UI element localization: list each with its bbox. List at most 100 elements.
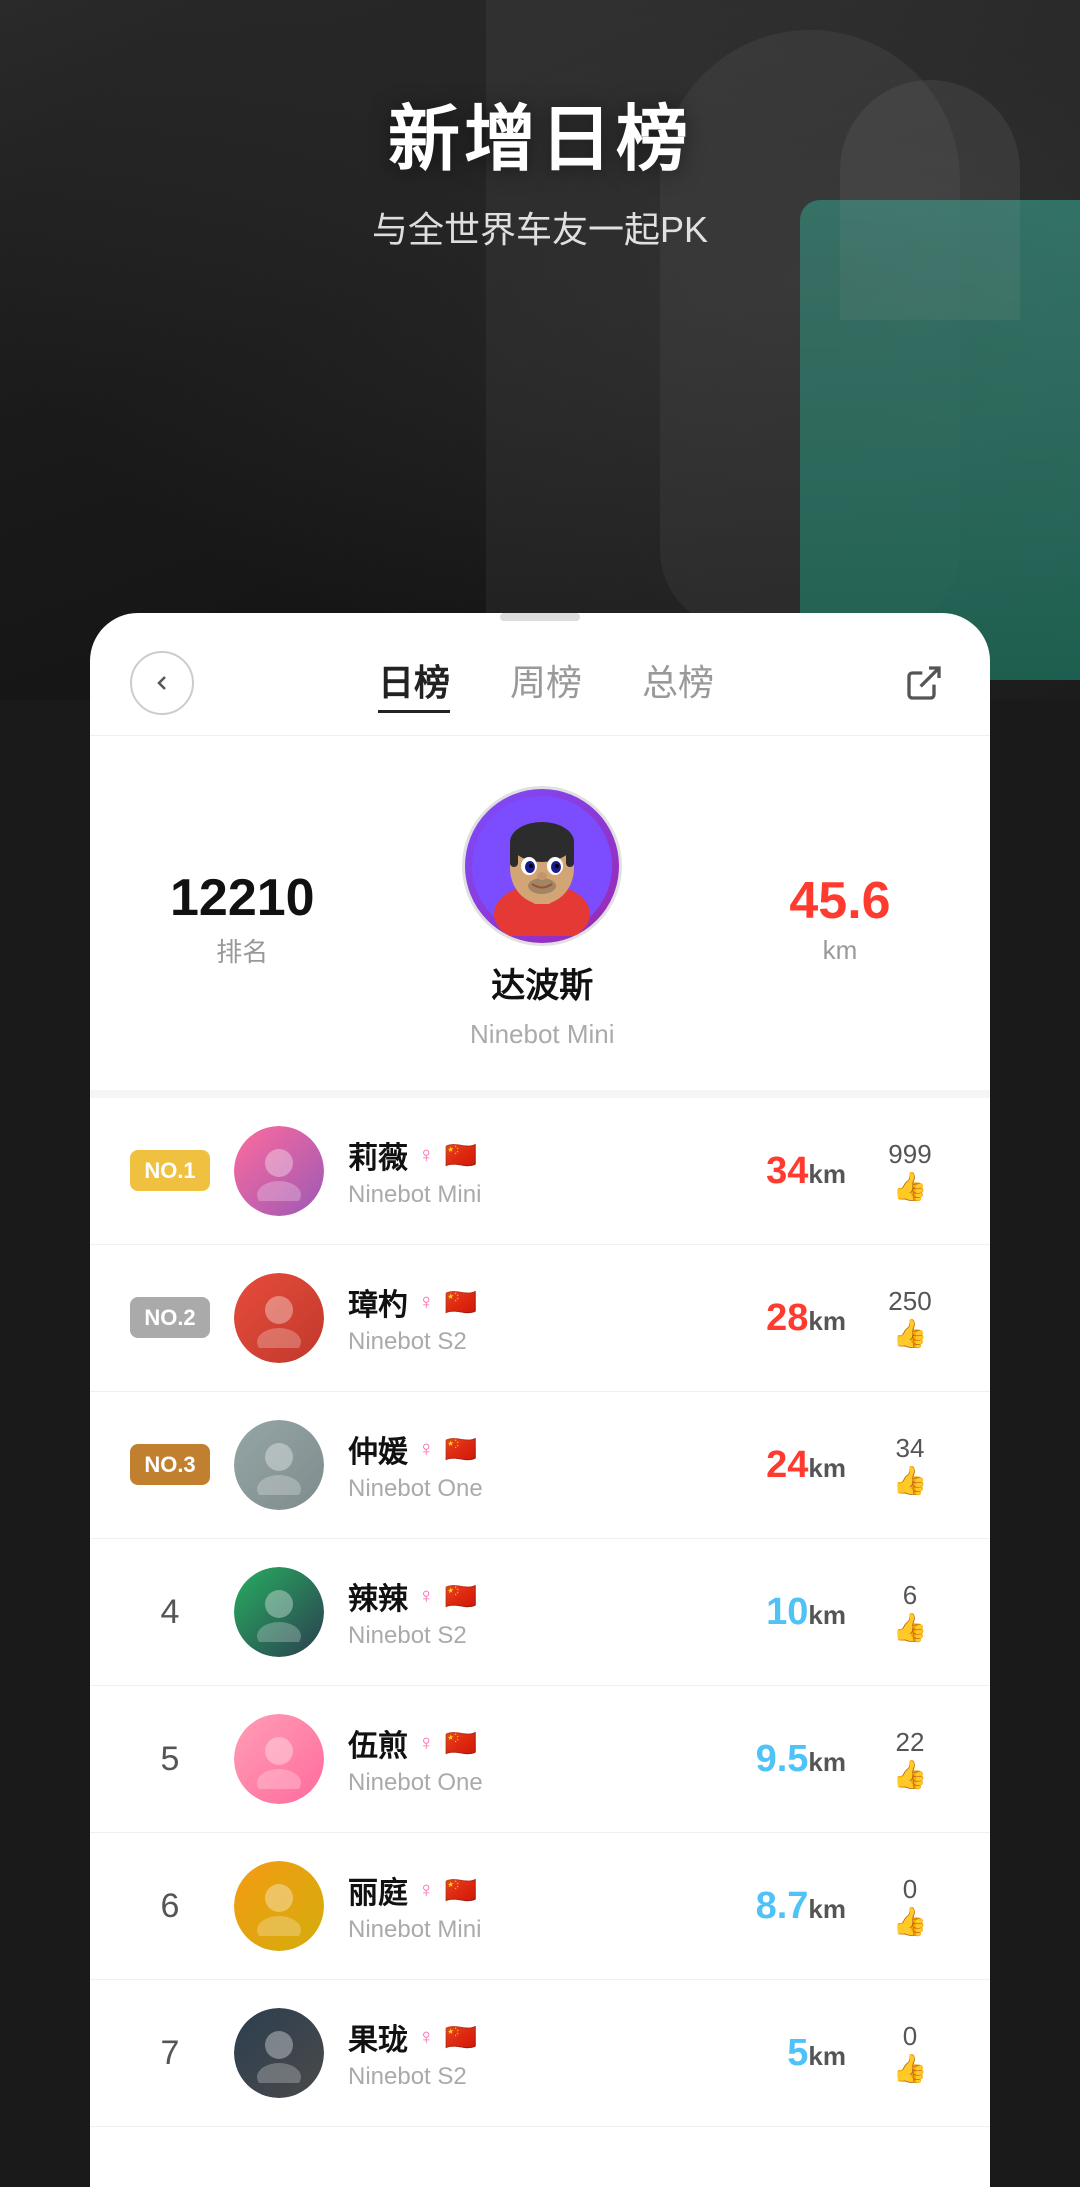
row-avatar (234, 1420, 324, 1510)
flag-icon: 🇨🇳 (445, 1581, 477, 1612)
thumb-up-icon: 👍 (893, 1759, 928, 1790)
distance-value: 8.7 (756, 1885, 809, 1927)
user-device-text: Ninebot S2 (348, 2063, 662, 2091)
user-rank-number: 12210 (170, 868, 315, 928)
likes-cell[interactable]: 0 👍 (870, 2021, 950, 2085)
likes-count: 34 (870, 1433, 950, 1464)
likes-cell[interactable]: 250 👍 (870, 1286, 950, 1350)
thumb-up-icon: 👍 (893, 1318, 928, 1349)
distance-value: 34 (766, 1150, 808, 1192)
user-info-cell: 丽庭 ♀ 🇨🇳 Ninebot Mini (348, 1868, 662, 1944)
likes-count: 6 (870, 1580, 950, 1611)
rank-cell: 5 (130, 1740, 210, 1779)
leaderboard-row[interactable]: 4 辣辣 ♀ 🇨🇳 Ninebot S2 10km 6 👍 (90, 1539, 990, 1686)
row-avatar (234, 1126, 324, 1216)
page-title: 新增日榜 (0, 80, 1080, 185)
user-info-cell: 莉薇 ♀ 🇨🇳 Ninebot Mini (348, 1133, 662, 1209)
likes-count: 0 (870, 2021, 950, 2052)
leaderboard-row[interactable]: NO.2 璋杓 ♀ 🇨🇳 Ninebot S2 28km 250 👍 (90, 1245, 990, 1392)
rank-cell: NO.3 (130, 1452, 210, 1478)
avatar-placeholder (249, 1582, 309, 1642)
likes-cell[interactable]: 34 👍 (870, 1433, 950, 1497)
user-device-text: Ninebot One (348, 1769, 662, 1797)
flag-icon: 🇨🇳 (445, 1875, 477, 1906)
user-info-name: 丽庭 ♀ 🇨🇳 (348, 1868, 662, 1912)
row-avatar (234, 1714, 324, 1804)
thumb-up-icon: 👍 (893, 1612, 928, 1643)
likes-cell[interactable]: 22 👍 (870, 1727, 950, 1791)
current-user-block: 12210 排名 (90, 736, 990, 1098)
leaderboard-row[interactable]: NO.3 仲媛 ♀ 🇨🇳 Ninebot One 24km 34 👍 (90, 1392, 990, 1539)
likes-cell[interactable]: 0 👍 (870, 1874, 950, 1938)
likes-count: 22 (870, 1727, 950, 1758)
distance-cell: 8.7km (686, 1885, 846, 1928)
gender-icon: ♀ (418, 1289, 435, 1315)
thumb-up-icon: 👍 (893, 1171, 928, 1202)
gender-icon: ♀ (418, 1142, 435, 1168)
user-name-text: 辣辣 (348, 1574, 408, 1618)
back-button[interactable] (130, 651, 194, 715)
leaderboard-row[interactable]: NO.1 莉薇 ♀ 🇨🇳 Ninebot Mini 34km 999 👍 (90, 1098, 990, 1245)
rank-badge: NO.1 (130, 1150, 209, 1191)
user-name-text: 璋杓 (348, 1280, 408, 1324)
rank-number: 4 (161, 1593, 180, 1631)
tab-weekly[interactable]: 周榜 (510, 654, 582, 713)
share-button[interactable] (898, 657, 950, 709)
avatar-placeholder (249, 2023, 309, 2083)
rank-badge: NO.2 (130, 1297, 209, 1338)
distance-unit: km (808, 1894, 846, 1924)
user-info-name: 莉薇 ♀ 🇨🇳 (348, 1133, 662, 1177)
row-avatar (234, 1273, 324, 1363)
tab-total[interactable]: 总榜 (642, 654, 714, 713)
likes-cell[interactable]: 999 👍 (870, 1139, 950, 1203)
rank-number: 5 (161, 1740, 180, 1778)
rank-cell: 7 (130, 2034, 210, 2073)
distance-value: 10 (766, 1591, 808, 1633)
user-info-cell: 仲媛 ♀ 🇨🇳 Ninebot One (348, 1427, 662, 1503)
user-info-cell: 璋杓 ♀ 🇨🇳 Ninebot S2 (348, 1280, 662, 1356)
likes-count: 250 (870, 1286, 950, 1317)
leaderboard-row[interactable]: 6 丽庭 ♀ 🇨🇳 Ninebot Mini 8.7km 0 👍 (90, 1833, 990, 1980)
avatar-placeholder (249, 1141, 309, 1201)
user-device-text: Ninebot Mini (348, 1916, 662, 1944)
user-info-cell: 辣辣 ♀ 🇨🇳 Ninebot S2 (348, 1574, 662, 1650)
user-distance-unit: km (770, 935, 910, 966)
user-device-text: Ninebot One (348, 1475, 662, 1503)
user-info-name: 璋杓 ♀ 🇨🇳 (348, 1280, 662, 1324)
flag-icon: 🇨🇳 (445, 1728, 477, 1759)
avatar-placeholder (249, 1288, 309, 1348)
thumb-up-icon: 👍 (893, 1906, 928, 1937)
distance-unit: km (808, 1747, 846, 1777)
user-device-text: Ninebot S2 (348, 1622, 662, 1650)
flag-icon: 🇨🇳 (445, 2022, 477, 2053)
main-card: 日榜 周榜 总榜 12210 排名 (90, 613, 990, 2187)
leaderboard-row[interactable]: 5 伍煎 ♀ 🇨🇳 Ninebot One 9.5km 22 👍 (90, 1686, 990, 1833)
user-name-text: 伍煎 (348, 1721, 408, 1765)
likes-count: 0 (870, 1874, 950, 1905)
distance-cell: 28km (686, 1297, 846, 1340)
avatar-placeholder (249, 1435, 309, 1495)
row-avatar (234, 1861, 324, 1951)
rank-badge: NO.3 (130, 1444, 209, 1485)
user-distance-number: 45.6 (770, 871, 910, 931)
rank-cell: NO.1 (130, 1158, 210, 1184)
gender-icon: ♀ (418, 1730, 435, 1756)
likes-count: 999 (870, 1139, 950, 1170)
likes-cell[interactable]: 6 👍 (870, 1580, 950, 1644)
rank-cell: NO.2 (130, 1305, 210, 1331)
distance-cell: 5km (686, 2032, 846, 2075)
rank-number: 7 (161, 2034, 180, 2072)
user-rank-block: 12210 排名 (170, 868, 315, 969)
distance-unit: km (808, 1453, 846, 1483)
user-distance-block: 45.6 km (770, 871, 910, 966)
tabs-container: 日榜 周榜 总榜 (194, 654, 898, 713)
user-rank-label: 排名 (170, 932, 315, 969)
user-device-text: Ninebot S2 (348, 1328, 662, 1356)
leaderboard-row[interactable]: 7 果珑 ♀ 🇨🇳 Ninebot S2 5km 0 👍 (90, 1980, 990, 2127)
gender-icon: ♀ (418, 2024, 435, 2050)
tab-daily[interactable]: 日榜 (378, 654, 450, 713)
user-avatar-block[interactable]: 达波斯 Ninebot Mini (462, 786, 622, 1050)
user-name-text: 丽庭 (348, 1868, 408, 1912)
distance-value: 9.5 (756, 1738, 809, 1780)
avatar-image (472, 796, 612, 936)
